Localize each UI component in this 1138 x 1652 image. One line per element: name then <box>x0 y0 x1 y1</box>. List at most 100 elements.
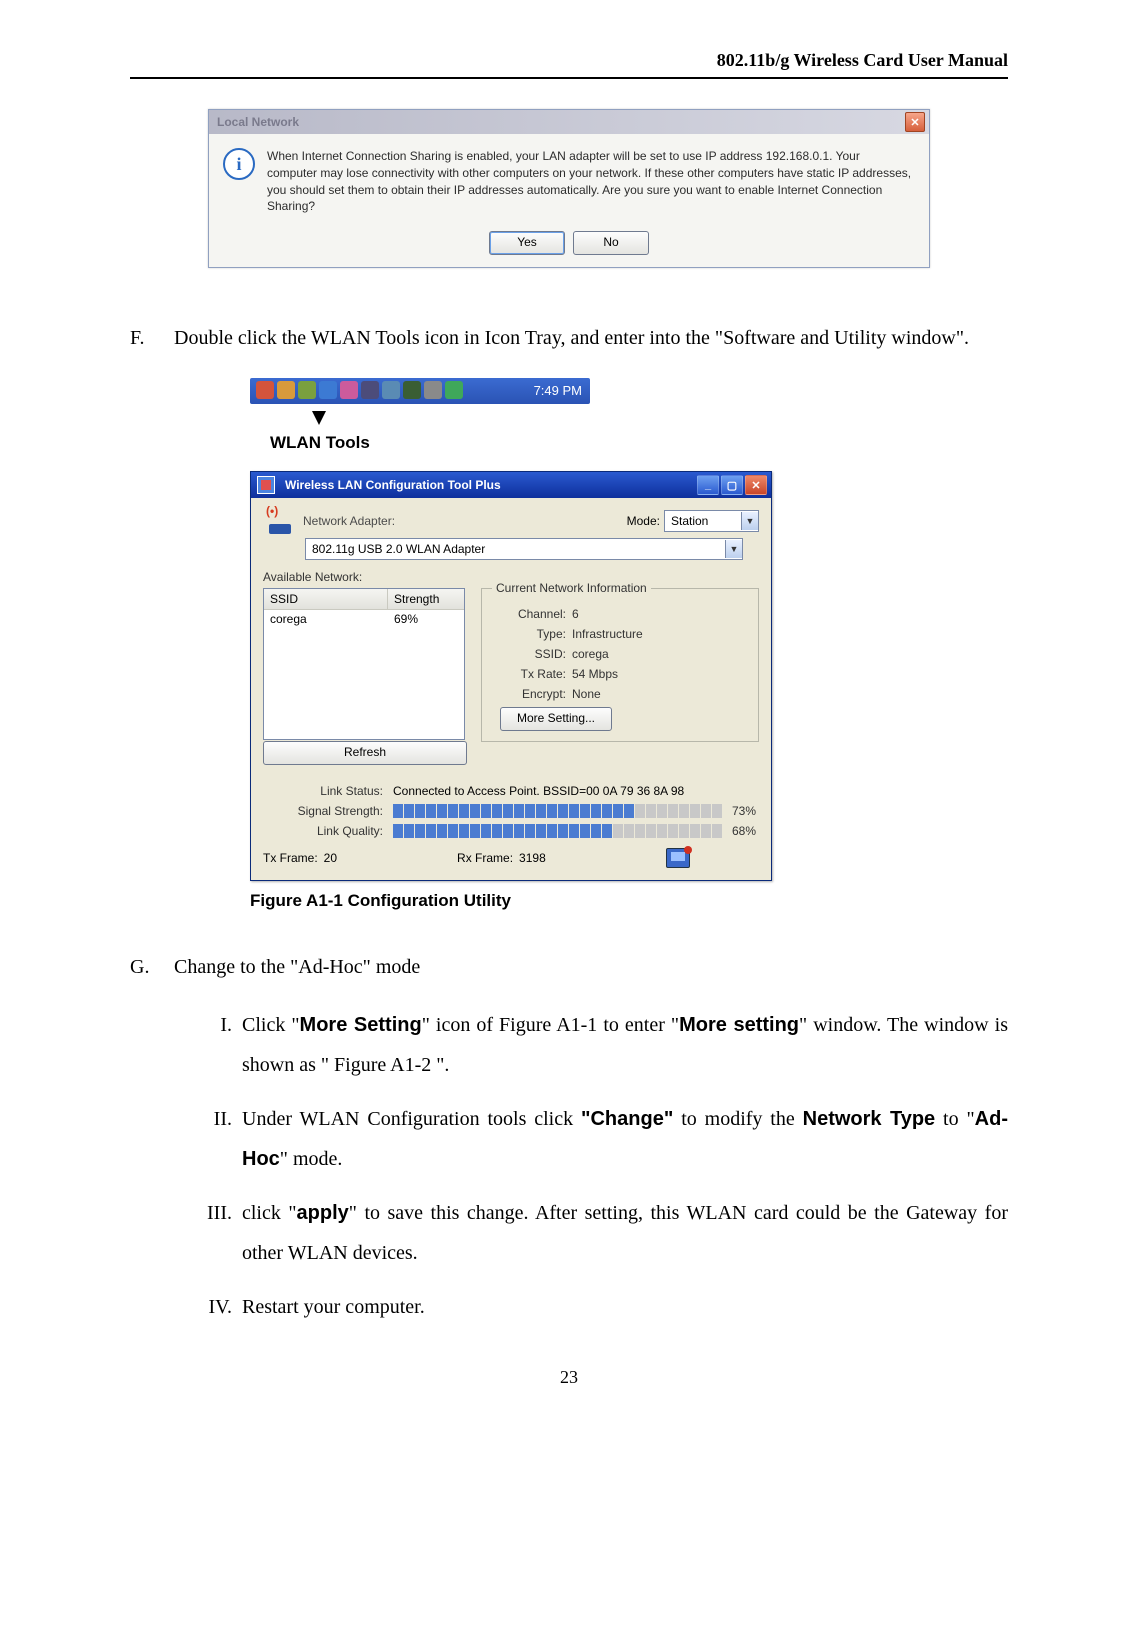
arrow-down-icon <box>312 411 326 425</box>
minimize-icon[interactable]: _ <box>697 475 719 495</box>
computer-icon <box>666 848 690 868</box>
tray-icon <box>298 381 316 399</box>
figure-caption: Figure A1-1 Configuration Utility <box>250 891 1008 911</box>
link-quality-label: Link Quality: <box>263 824 383 838</box>
taskbar-tray: 7:49 PM <box>250 378 590 404</box>
current-network-group: Current Network Information Channel:6 Ty… <box>481 588 759 742</box>
txt: to modify the <box>673 1108 802 1130</box>
link-quality-bar <box>393 824 722 838</box>
encrypt-label: Encrypt: <box>500 687 572 701</box>
link-status-label: Link Status: <box>263 784 383 798</box>
channel-label: Channel: <box>500 607 572 621</box>
cell-strength: 69% <box>394 612 458 626</box>
txt: to " <box>935 1108 975 1130</box>
list-item[interactable]: corega 69% <box>264 610 464 628</box>
step-g-iii-label: III. <box>188 1193 232 1273</box>
yes-button[interactable]: Yes <box>489 231 565 255</box>
available-network-list[interactable]: SSID Strength corega 69% Refresh <box>263 588 465 740</box>
tray-icon <box>256 381 274 399</box>
tray-icon <box>382 381 400 399</box>
signal-strength-label: Signal Strength: <box>263 804 383 818</box>
chevron-down-icon[interactable]: ▼ <box>725 540 742 558</box>
mode-value: Station <box>671 514 741 528</box>
local-network-dialog: Local Network ✕ i When Internet Connecti… <box>208 109 930 268</box>
step-g-label: G. <box>130 947 162 987</box>
type-value: Infrastructure <box>572 627 643 641</box>
local-network-message: When Internet Connection Sharing is enab… <box>267 148 913 215</box>
close-icon[interactable]: ✕ <box>905 112 925 132</box>
chevron-down-icon[interactable]: ▼ <box>741 512 758 530</box>
ssid-label: SSID: <box>500 647 572 661</box>
step-g-text: Change to the "Ad-Hoc" mode <box>174 947 1008 987</box>
close-icon[interactable]: ✕ <box>745 475 767 495</box>
step-g-iii: III. click "apply" to save this change. … <box>188 1193 1008 1273</box>
link-status-value: Connected to Access Point. BSSID=00 0A 7… <box>393 784 759 798</box>
no-button[interactable]: No <box>573 231 649 255</box>
channel-value: 6 <box>572 607 579 621</box>
txt: click " <box>242 1202 297 1224</box>
tray-icon <box>424 381 442 399</box>
tray-icon-wlan[interactable] <box>340 381 358 399</box>
antenna-icon <box>263 508 293 534</box>
tray-icons <box>256 381 463 399</box>
bold: More Setting <box>300 1014 422 1036</box>
mode-select[interactable]: Station ▼ <box>664 510 759 532</box>
type-label: Type: <box>500 627 572 641</box>
refresh-button[interactable]: Refresh <box>263 741 467 765</box>
col-ssid: SSID <box>264 589 388 609</box>
mode-label: Mode: <box>627 514 660 528</box>
page-header: 802.11b/g Wireless Card User Manual <box>130 50 1008 79</box>
txt: Restart your computer. <box>242 1296 425 1318</box>
step-g-iv-label: IV. <box>188 1287 232 1327</box>
signal-strength-pct: 73% <box>732 804 782 818</box>
wlan-tools-caption: WLAN Tools <box>270 433 1008 453</box>
network-adapter-label: Network Adapter: <box>303 514 395 528</box>
txt: " mode. <box>280 1148 343 1170</box>
tray-icon <box>319 381 337 399</box>
adapter-value: 802.11g USB 2.0 WLAN Adapter <box>312 542 725 556</box>
step-g: G. Change to the "Ad-Hoc" mode <box>130 947 1008 987</box>
tray-icon <box>403 381 421 399</box>
step-g-ii: II. Under WLAN Configuration tools click… <box>188 1099 1008 1179</box>
txt: " to save this change. After setting, th… <box>242 1202 1008 1264</box>
tray-icon <box>361 381 379 399</box>
bold: More setting <box>679 1014 799 1036</box>
maximize-icon[interactable]: ▢ <box>721 475 743 495</box>
page-number: 23 <box>130 1367 1008 1388</box>
txframe-value: 20 <box>324 851 337 865</box>
txframe-label: Tx Frame: <box>263 851 318 865</box>
local-network-title: Local Network <box>217 115 299 129</box>
step-g-ii-label: II. <box>188 1099 232 1179</box>
txrate-label: Tx Rate: <box>500 667 572 681</box>
txt: Under WLAN Configuration tools click <box>242 1108 581 1130</box>
wlan-titlebar: Wireless LAN Configuration Tool Plus _ ▢… <box>251 472 771 498</box>
wlan-config-window: Wireless LAN Configuration Tool Plus _ ▢… <box>250 471 772 881</box>
encrypt-value: None <box>572 687 601 701</box>
taskbar-clock: 7:49 PM <box>534 378 582 404</box>
step-g-i-label: I. <box>188 1005 232 1085</box>
rxframe-label: Rx Frame: <box>457 851 513 865</box>
bold: Network Type <box>803 1108 936 1130</box>
current-network-title: Current Network Information <box>492 581 651 595</box>
tray-icon <box>277 381 295 399</box>
local-network-titlebar: Local Network ✕ <box>209 110 929 134</box>
step-g-i: I. Click "More Setting" icon of Figure A… <box>188 1005 1008 1085</box>
bold: "Change" <box>581 1108 673 1130</box>
more-setting-button[interactable]: More Setting... <box>500 707 612 731</box>
cell-ssid: corega <box>270 612 394 626</box>
bold: apply <box>297 1202 349 1224</box>
txt: Click " <box>242 1014 300 1036</box>
adapter-select[interactable]: 802.11g USB 2.0 WLAN Adapter ▼ <box>305 538 743 560</box>
txt: " icon of Figure A1-1 to enter " <box>422 1014 679 1036</box>
signal-strength-bar <box>393 804 722 818</box>
step-f-label: F. <box>130 318 162 358</box>
step-f: F. Double click the WLAN Tools icon in I… <box>130 318 1008 358</box>
app-icon <box>257 476 275 494</box>
step-g-iv: IV. Restart your computer. <box>188 1287 1008 1327</box>
ssid-value: corega <box>572 647 609 661</box>
col-strength: Strength <box>388 589 464 609</box>
rxframe-value: 3198 <box>519 851 546 865</box>
list-header: SSID Strength <box>264 589 464 610</box>
link-quality-pct: 68% <box>732 824 782 838</box>
txrate-value: 54 Mbps <box>572 667 618 681</box>
